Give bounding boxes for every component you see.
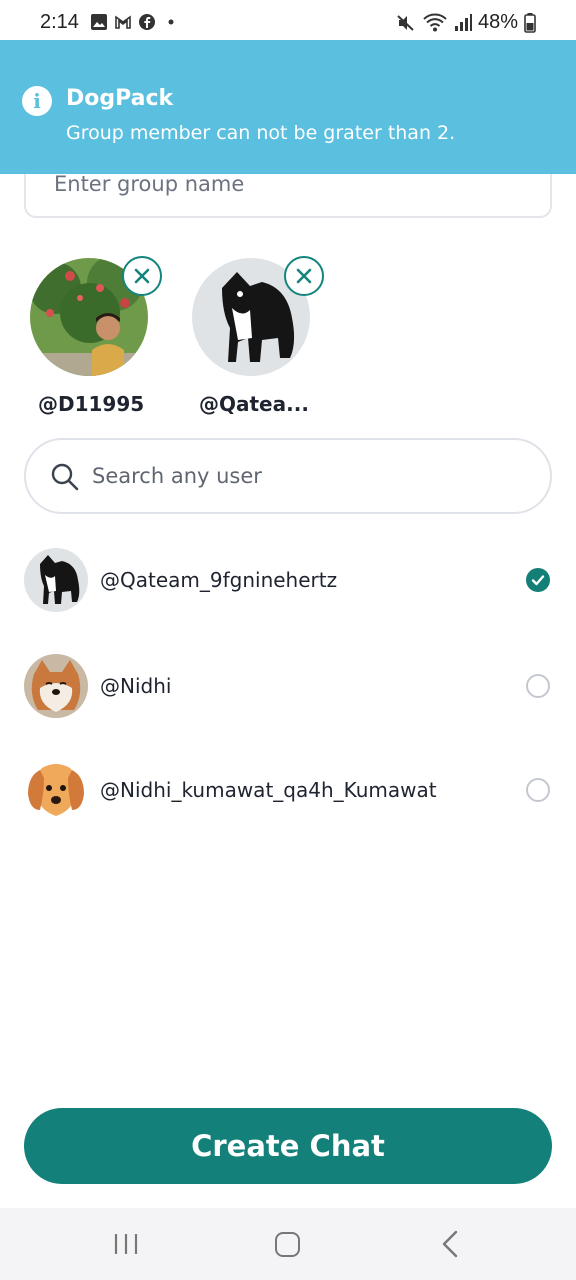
- status-notification-icons: [90, 13, 180, 31]
- gallery-icon: [91, 14, 107, 30]
- search-input[interactable]: [92, 464, 512, 488]
- selected-member: @D11995: [30, 256, 170, 416]
- battery-icon: [524, 12, 536, 33]
- remove-member-button[interactable]: [284, 256, 324, 296]
- avatar: [24, 654, 88, 718]
- home-icon[interactable]: [275, 1232, 300, 1257]
- banner-message: Group member can not be grater than 2.: [66, 122, 456, 144]
- select-radio[interactable]: [526, 674, 550, 698]
- create-chat-button[interactable]: Create Chat: [24, 1108, 552, 1184]
- gmail-icon: [115, 15, 131, 29]
- group-name-placeholder: Enter group name: [54, 172, 245, 196]
- status-system-icons: 48%: [396, 11, 536, 34]
- wifi-icon: [423, 13, 447, 31]
- recent-apps-icon[interactable]: [112, 1232, 140, 1256]
- search-icon: [51, 463, 79, 491]
- facebook-icon: [139, 14, 155, 30]
- remove-member-button[interactable]: [122, 256, 162, 296]
- more-notifications-icon: [168, 19, 174, 25]
- info-icon: i: [22, 86, 52, 116]
- banner-title: DogPack: [66, 86, 174, 111]
- navigation-bar: [0, 1208, 576, 1280]
- notification-banner[interactable]: i DogPack Group member can not be grater…: [0, 40, 576, 174]
- status-time: 2:14: [40, 11, 79, 33]
- user-name: @Nidhi: [100, 674, 172, 698]
- back-icon[interactable]: [440, 1230, 460, 1258]
- selected-member: @Qatea...: [192, 256, 332, 416]
- member-username: @Qatea...: [199, 392, 309, 416]
- member-username: @D11995: [38, 392, 145, 416]
- select-radio[interactable]: [526, 778, 550, 802]
- avatar: [24, 758, 88, 822]
- user-name: @Qateam_9fgninehertz: [100, 568, 338, 592]
- mute-icon: [397, 14, 414, 31]
- list-item[interactable]: @Qateam_9fgninehertz: [24, 546, 552, 616]
- list-item[interactable]: @Nidhi: [24, 652, 552, 722]
- list-item[interactable]: @Nidhi_kumawat_qa4h_Kumawat: [24, 756, 552, 826]
- selected-check-icon[interactable]: [526, 568, 550, 592]
- user-name: @Nidhi_kumawat_qa4h_Kumawat: [100, 778, 437, 802]
- close-icon: [134, 268, 150, 284]
- search-field[interactable]: [24, 438, 552, 514]
- status-bar: 2:14 48%: [0, 0, 576, 44]
- close-icon: [296, 268, 312, 284]
- battery-percent: 48%: [477, 11, 518, 33]
- avatar: [24, 548, 88, 612]
- signal-icon: [454, 13, 472, 31]
